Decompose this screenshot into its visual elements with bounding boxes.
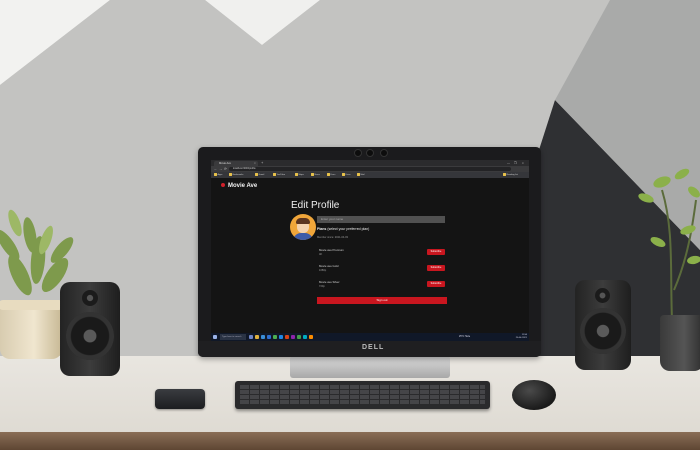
desk-edge: [0, 432, 700, 450]
os-taskbar: Type here to search 25°C Haze 11:56 20-0…: [211, 333, 529, 341]
start-icon[interactable]: [213, 335, 217, 339]
monitor-screen: Movie Ave × + — ❐ × ← → ⟳ localhost:3000…: [211, 160, 529, 341]
name-input[interactable]: Enter your name: [317, 216, 445, 223]
app-icon[interactable]: [303, 335, 307, 339]
site-logo[interactable]: Movie Ave: [221, 183, 257, 189]
sensor-icon: [366, 149, 374, 157]
bookmark-item[interactable]: News: [311, 173, 320, 177]
subscribe-button[interactable]: Subscribe: [427, 249, 445, 255]
left-plant-pot: [0, 303, 62, 359]
plans-heading: Plans (select your preferred plan): [317, 227, 369, 231]
bookmark-item[interactable]: Bookmarks: [229, 173, 244, 177]
light-sensor-icon: [380, 149, 388, 157]
site-logo-text: Movie Ave: [228, 183, 258, 189]
plan-name: Movie ave Gold: [319, 264, 339, 268]
plans-heading-bold: Plans: [317, 227, 327, 231]
file-explorer-icon[interactable]: [255, 335, 259, 339]
bookmark-item[interactable]: Maps: [295, 173, 304, 177]
avatar[interactable]: [290, 214, 316, 240]
app-icon[interactable]: [285, 335, 289, 339]
bookmark-item[interactable]: Gmail: [255, 173, 265, 177]
browser-tab-title: Movie Ave: [219, 162, 231, 165]
app-icon[interactable]: [291, 335, 295, 339]
right-plant-pot: [660, 315, 700, 371]
address-bar[interactable]: localhost:3000/profile: [229, 167, 511, 171]
plan-name: Movie ave Premium: [319, 248, 344, 252]
subscribe-button[interactable]: Subscribe: [427, 265, 445, 271]
plan-name: Movie ave Silver: [319, 280, 340, 284]
chrome-icon[interactable]: [273, 335, 277, 339]
web-page: Movie Ave Edit Profile Enter your name P…: [211, 178, 529, 333]
monitor-brand-logo: DELL: [362, 344, 385, 351]
spotify-icon[interactable]: [297, 335, 301, 339]
right-speaker-tweeter: [595, 288, 610, 303]
member-since-text: Member since: 2021-04-03: [317, 236, 348, 239]
logo-icon: [221, 183, 225, 187]
monitor-stand: [290, 356, 450, 378]
plans-heading-note: (select your preferred plan): [327, 227, 370, 231]
right-speaker-woofer: [580, 308, 626, 354]
app-icon[interactable]: [309, 335, 313, 339]
left-speaker-tweeter: [82, 290, 98, 306]
keyboard: [235, 381, 490, 409]
bookmark-item[interactable]: Mail: [357, 173, 365, 177]
bookmark-item[interactable]: Apps: [214, 173, 223, 177]
edge-icon[interactable]: [261, 335, 265, 339]
plan-row-premium: Movie ave Premium 4K Subscribe: [319, 248, 447, 260]
plan-row-gold: Movie ave Gold 1080p Subscribe: [319, 264, 447, 276]
smartphone: [155, 389, 205, 409]
plan-row-silver: Movie ave Silver 720p Subscribe: [319, 280, 447, 292]
webcam-icon: [354, 149, 362, 157]
sign-out-button[interactable]: Sign out: [317, 297, 447, 304]
taskbar-clock[interactable]: 11:56 20-04-2021: [505, 334, 527, 341]
left-plant-pot-rim: [0, 300, 64, 310]
plan-quality: 1080p: [319, 269, 327, 272]
bookmark-item[interactable]: Drive: [342, 173, 351, 177]
left-speaker: [60, 282, 120, 376]
reading-list-item[interactable]: Reading list: [503, 173, 518, 177]
plan-quality: 720p: [319, 285, 325, 288]
right-speaker: [575, 280, 631, 370]
bookmark-item[interactable]: Docs: [327, 173, 336, 177]
page-title: Edit Profile: [291, 200, 340, 211]
keyboard-keys: [240, 385, 485, 405]
taskbar-search-input[interactable]: Type here to search: [220, 334, 246, 340]
vscode-icon[interactable]: [279, 335, 283, 339]
weather-widget[interactable]: 25°C Haze: [459, 334, 470, 340]
bookmark-item[interactable]: YouTube: [273, 173, 286, 177]
computer-mouse: [512, 380, 556, 410]
store-icon[interactable]: [267, 335, 271, 339]
right-plant: [638, 168, 700, 320]
left-speaker-woofer: [66, 312, 114, 360]
subscribe-button[interactable]: Subscribe: [427, 281, 445, 287]
task-view-icon[interactable]: [249, 335, 253, 339]
plan-quality: 4K: [319, 253, 323, 256]
clock-date: 20-04-2021: [515, 337, 527, 339]
